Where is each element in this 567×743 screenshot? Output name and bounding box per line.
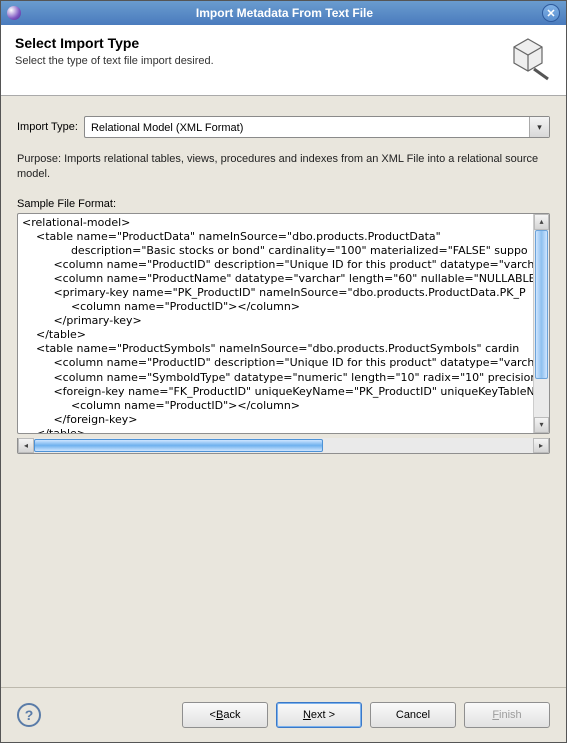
sample-format-label: Sample File Format: xyxy=(17,198,550,210)
sample-format-text[interactable]: <relational-model> <table name="ProductD… xyxy=(18,214,533,433)
next-button[interactable]: Next > xyxy=(276,702,362,728)
finish-suffix: inish xyxy=(499,709,522,721)
app-icon xyxy=(7,6,21,20)
import-type-row: Import Type: Relational Model (XML Forma… xyxy=(17,116,550,138)
wizard-content: Import Type: Relational Model (XML Forma… xyxy=(1,96,566,687)
hscroll-track[interactable] xyxy=(34,438,533,453)
purpose-text: Purpose: Imports relational tables, view… xyxy=(17,152,550,182)
close-button[interactable]: ✕ xyxy=(542,4,560,22)
import-type-label: Import Type: xyxy=(17,121,78,133)
scroll-up-icon[interactable]: ▴ xyxy=(534,214,549,230)
sample-format-box: <relational-model> <table name="ProductD… xyxy=(17,213,550,434)
page-subtitle: Select the type of text file import desi… xyxy=(15,55,496,67)
finish-button: Finish xyxy=(464,702,550,728)
back-button[interactable]: < Back xyxy=(182,702,268,728)
back-mnemonic: B xyxy=(216,709,223,721)
close-icon: ✕ xyxy=(546,7,555,20)
vscroll-thumb[interactable] xyxy=(535,230,548,380)
scroll-down-icon[interactable]: ▾ xyxy=(534,417,549,433)
window-title: Import Metadata From Text File xyxy=(27,6,542,20)
vscroll-track[interactable] xyxy=(534,230,549,417)
next-mnemonic: N xyxy=(303,709,311,721)
cancel-button[interactable]: Cancel xyxy=(370,702,456,728)
help-button[interactable]: ? xyxy=(17,703,41,727)
help-icon: ? xyxy=(25,707,34,723)
titlebar: Import Metadata From Text File ✕ xyxy=(1,1,566,25)
hscroll-thumb[interactable] xyxy=(34,439,323,452)
cancel-label: Cancel xyxy=(396,709,430,721)
button-bar: ? < Back Next > Cancel Finish xyxy=(1,687,566,742)
vertical-scrollbar[interactable]: ▴ ▾ xyxy=(533,214,549,433)
content-spacer xyxy=(17,460,550,679)
scroll-right-icon[interactable]: ▸ xyxy=(533,438,549,453)
next-suffix: ext > xyxy=(311,709,335,721)
back-suffix: ack xyxy=(223,709,240,721)
finish-mnemonic: F xyxy=(492,709,499,721)
scroll-left-icon[interactable]: ◂ xyxy=(18,438,34,453)
chevron-down-icon[interactable]: ▾ xyxy=(529,117,549,137)
page-title: Select Import Type xyxy=(15,35,496,51)
wizard-icon xyxy=(504,35,552,83)
import-type-selected: Relational Model (XML Format) xyxy=(85,117,529,137)
wizard-header: Select Import Type Select the type of te… xyxy=(1,25,566,96)
import-type-combo[interactable]: Relational Model (XML Format) ▾ xyxy=(84,116,550,138)
wizard-header-text: Select Import Type Select the type of te… xyxy=(15,35,496,67)
horizontal-scrollbar[interactable]: ◂ ▸ xyxy=(17,438,550,454)
